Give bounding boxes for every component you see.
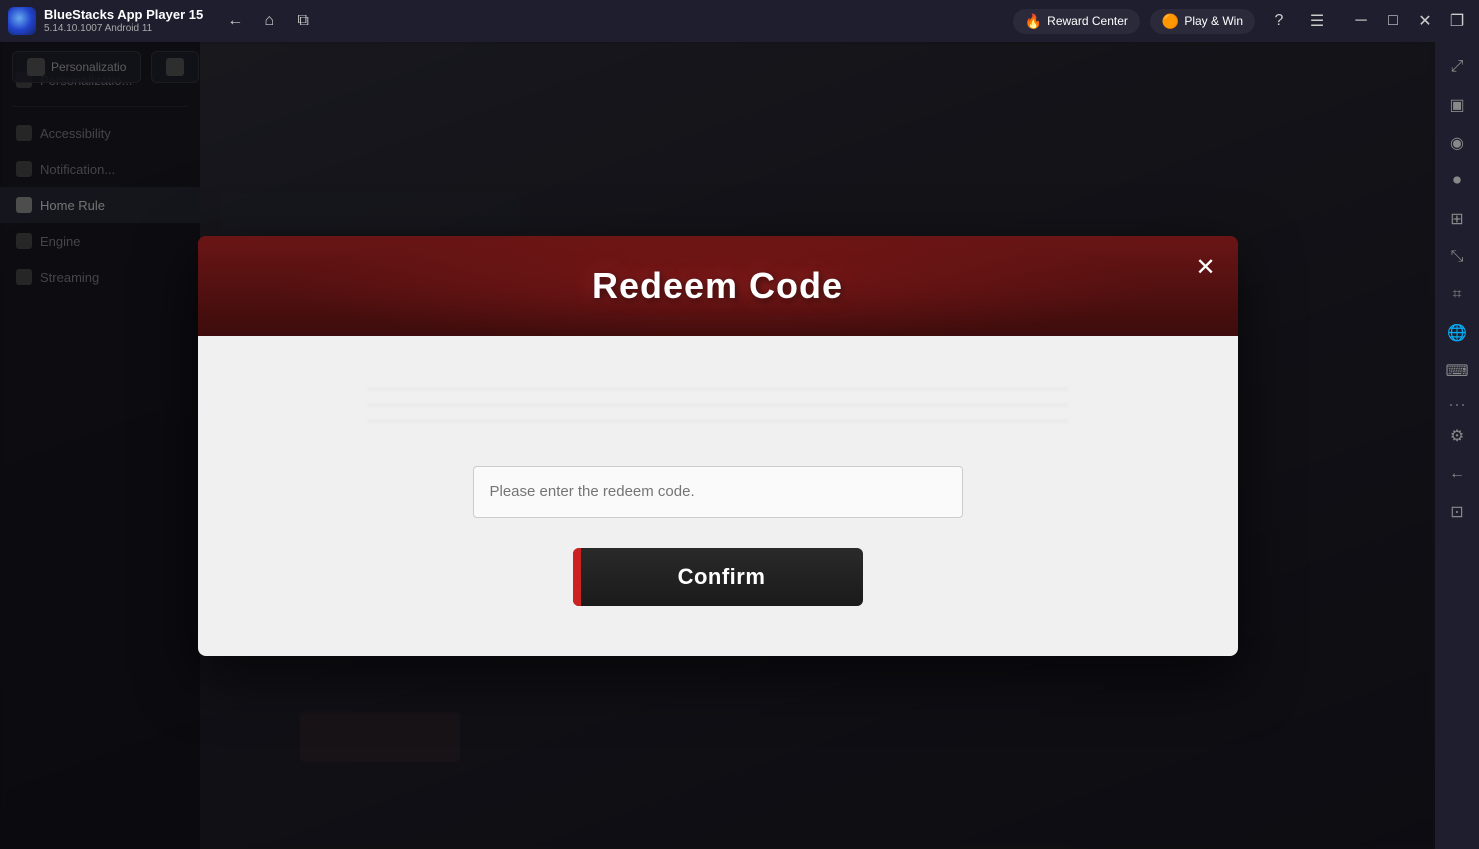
settings-icon: ⚙ — [1450, 426, 1464, 446]
zoom-icon: ⤡ — [1451, 248, 1464, 266]
back-button[interactable]: ← — [221, 7, 249, 35]
controls-icon: ⊞ — [1450, 209, 1463, 229]
menu-button[interactable]: ☰ — [1303, 7, 1331, 35]
restore-button[interactable]: ❐ — [1443, 7, 1471, 35]
confirm-button-label: Confirm — [678, 564, 766, 590]
script-icon: ⌨ — [1445, 361, 1468, 381]
record-button[interactable]: ⏺ — [1440, 164, 1474, 198]
macro-button[interactable]: ⌗ — [1440, 278, 1474, 312]
reward-center-badge[interactable]: 🔥 Reward Center — [1013, 9, 1140, 34]
app-version: 5.14.10.1007 Android 11 — [44, 23, 203, 35]
fire-icon: 🔥 — [1025, 13, 1042, 30]
main-content: Personalizatio... Accessibility Notifica… — [0, 42, 1435, 849]
gamepad-icon: ⊡ — [1450, 502, 1463, 522]
app-logo — [8, 7, 36, 35]
screenshot-icon: ▣ — [1449, 95, 1464, 115]
tabs-icon: ⧉ — [298, 12, 309, 30]
globe-icon: 🌐 — [1447, 323, 1467, 343]
app-name: BlueStacks App Player 15 — [44, 7, 203, 23]
collapse-sidebar-button[interactable]: ← — [1440, 457, 1474, 491]
zoom-button[interactable]: ⤡ — [1440, 240, 1474, 274]
right-sidebar: ⤢ ▣ ◉ ⏺ ⊞ ⤡ ⌗ 🌐 ⌨ ··· ⚙ ← ⊡ — [1435, 42, 1479, 849]
expand-icon: ⤢ — [1451, 58, 1464, 76]
play-win-badge[interactable]: 🟠 Play & Win — [1150, 9, 1255, 34]
redeem-code-modal: Redeem Code ✕ Confirm — [198, 236, 1238, 656]
tabs-button[interactable]: ⧉ — [289, 7, 317, 35]
titlebar-nav: ← ⌂ ⧉ — [221, 7, 317, 35]
minimize-button[interactable]: ─ — [1347, 7, 1375, 35]
reward-center-label: Reward Center — [1047, 14, 1128, 28]
window-controls: ─ □ ✕ ❐ — [1347, 7, 1471, 35]
maximize-button[interactable]: □ — [1379, 7, 1407, 35]
camera-icon: ◉ — [1450, 133, 1464, 153]
modal-overlay: Redeem Code ✕ Confirm — [0, 42, 1435, 849]
coin-icon: 🟠 — [1162, 13, 1179, 30]
maximize-icon: □ — [1388, 12, 1398, 30]
back-icon: ← — [227, 12, 243, 30]
menu-icon: ☰ — [1310, 11, 1324, 31]
help-icon: ? — [1275, 12, 1284, 30]
minimize-icon: ─ — [1355, 12, 1366, 30]
play-win-label: Play & Win — [1184, 14, 1243, 28]
more-icon: ··· — [1448, 394, 1466, 415]
screenshot-button[interactable]: ▣ — [1440, 88, 1474, 122]
modal-body: Confirm — [198, 336, 1238, 656]
modal-header: Redeem Code ✕ — [198, 236, 1238, 336]
camera-button[interactable]: ◉ — [1440, 126, 1474, 160]
confirm-button[interactable]: Confirm — [573, 548, 863, 606]
restore-icon: ❐ — [1450, 11, 1464, 31]
home-button[interactable]: ⌂ — [255, 7, 283, 35]
arrow-left-icon: ← — [1449, 465, 1465, 483]
redeem-code-input[interactable] — [473, 466, 963, 518]
record-icon: ⏺ — [1453, 172, 1461, 190]
globe-button[interactable]: 🌐 — [1440, 316, 1474, 350]
help-button[interactable]: ? — [1265, 7, 1293, 35]
gamepad-button[interactable]: ⊡ — [1440, 495, 1474, 529]
modal-title: Redeem Code — [592, 265, 843, 307]
expand-button[interactable]: ⤢ — [1440, 50, 1474, 84]
controls-button[interactable]: ⊞ — [1440, 202, 1474, 236]
titlebar-center: 🔥 Reward Center 🟠 Play & Win ? ☰ — [317, 7, 1339, 35]
modal-description — [368, 376, 1068, 436]
settings-button[interactable]: ⚙ — [1440, 419, 1474, 453]
script-button[interactable]: ⌨ — [1440, 354, 1474, 388]
close-icon: ✕ — [1418, 11, 1431, 31]
modal-close-button[interactable]: ✕ — [1188, 250, 1224, 286]
titlebar: BlueStacks App Player 15 5.14.10.1007 An… — [0, 0, 1479, 42]
macro-icon: ⌗ — [1452, 286, 1461, 304]
home-icon: ⌂ — [264, 12, 274, 30]
close-button[interactable]: ✕ — [1411, 7, 1439, 35]
